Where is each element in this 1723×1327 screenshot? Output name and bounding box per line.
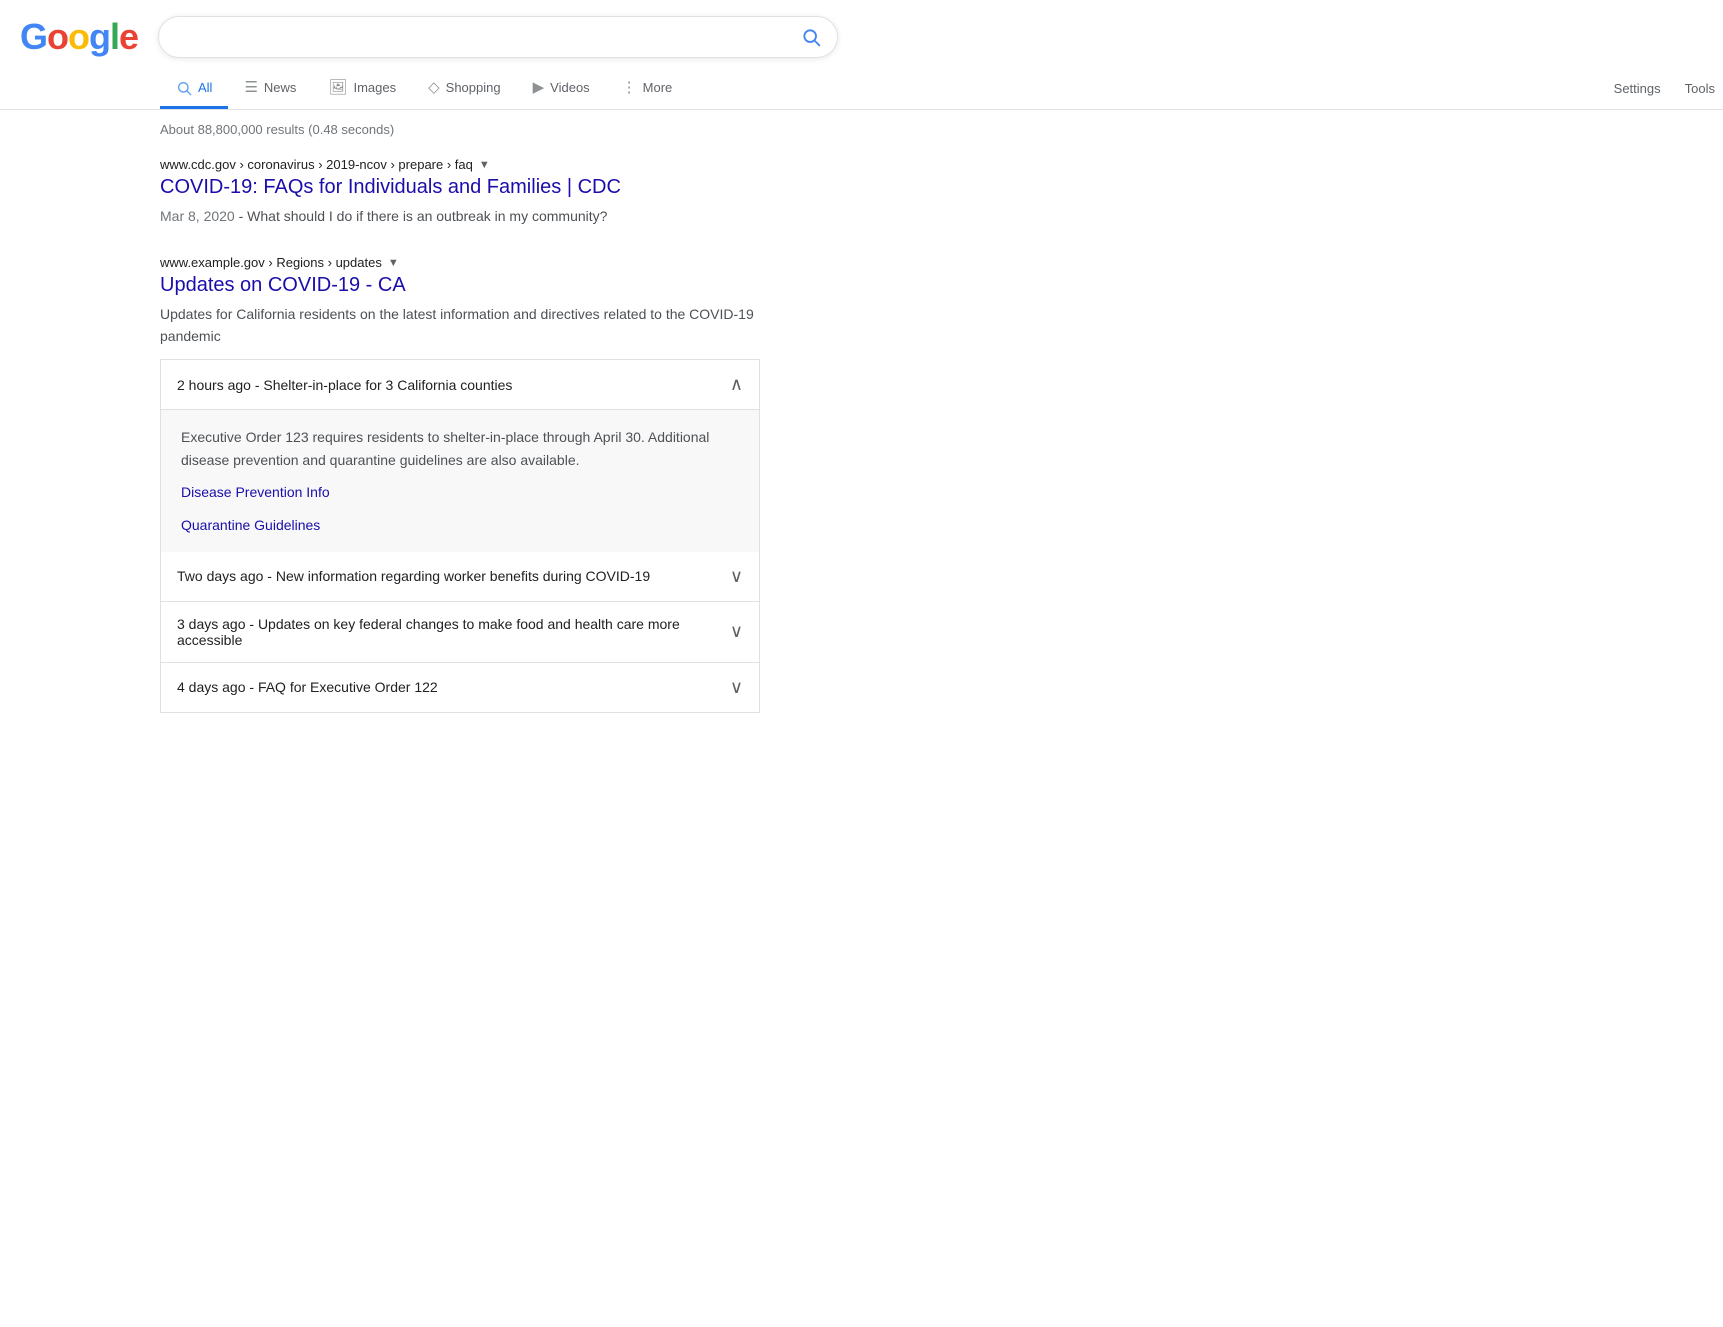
shopping-tab-icon: ◇ [428, 78, 440, 96]
result-title-ca[interactable]: Updates on COVID-19 - CA [160, 274, 760, 297]
tab-all-label: All [198, 80, 212, 95]
expandable-row-label-3: 4 days ago - FAQ for Executive Order 122 [177, 679, 438, 695]
search-input[interactable]: coronavirus in ca [175, 28, 801, 46]
news-tab-icon: ☰ [244, 78, 257, 96]
expandable-row-1[interactable]: Two days ago - New information regarding… [161, 552, 759, 602]
expandable-row-3[interactable]: 4 days ago - FAQ for Executive Order 122… [161, 663, 759, 712]
expandable-section: 2 hours ago - Shelter-in-place for 3 Cal… [160, 359, 760, 713]
chevron-down-icon-3: ∨ [730, 677, 743, 698]
expandable-row-label-0: 2 hours ago - Shelter-in-place for 3 Cal… [177, 377, 512, 393]
more-tab-icon: ⋮ [622, 78, 637, 96]
tab-news[interactable]: ☰ News [228, 68, 312, 109]
result-item-ca: www.example.gov › Regions › updates ▼ Up… [160, 255, 760, 713]
expandable-row-0[interactable]: 2 hours ago - Shelter-in-place for 3 Cal… [161, 360, 759, 410]
nav-settings: Settings Tools [1606, 71, 1723, 106]
url-dropdown-arrow-cdc[interactable]: ▼ [479, 159, 490, 171]
expandable-row-label-1: Two days ago - New information regarding… [177, 568, 650, 584]
search-tab-icon [176, 78, 192, 95]
result-url-cdc: www.cdc.gov › coronavirus › 2019-ncov › … [160, 157, 760, 172]
chevron-down-icon-1: ∨ [730, 566, 743, 587]
result-snippet-ca: Updates for California residents on the … [160, 303, 760, 347]
result-url-ca: www.example.gov › Regions › updates ▼ [160, 255, 760, 270]
tab-more-label: More [643, 80, 673, 95]
quarantine-guidelines-link[interactable]: Quarantine Guidelines [181, 514, 739, 536]
images-tab-icon: 🖼 [328, 78, 347, 96]
result-url-text-ca: www.example.gov › Regions › updates [160, 255, 382, 270]
result-snippet-text-cdc: What should I do if there is an outbreak… [247, 208, 607, 224]
tools-link[interactable]: Tools [1677, 71, 1723, 106]
result-date-cdc: Mar 8, 2020 [160, 208, 235, 224]
result-snippet-sep-cdc: - [239, 208, 248, 224]
search-icon [801, 27, 821, 47]
expanded-content-0: Executive Order 123 requires residents t… [161, 410, 759, 552]
result-title-cdc[interactable]: COVID-19: FAQs for Individuals and Famil… [160, 176, 760, 199]
result-url-text-cdc: www.cdc.gov › coronavirus › 2019-ncov › … [160, 157, 473, 172]
google-logo: Google [20, 16, 138, 58]
expandable-row-2[interactable]: 3 days ago - Updates on key federal chan… [161, 602, 759, 663]
expanded-text-0: Executive Order 123 requires residents t… [181, 429, 709, 467]
result-item-cdc: www.cdc.gov › coronavirus › 2019-ncov › … [160, 157, 760, 227]
tab-shopping[interactable]: ◇ Shopping [412, 68, 517, 109]
chevron-down-icon-2: ∨ [730, 621, 743, 642]
tab-images-label: Images [353, 80, 396, 95]
tab-images[interactable]: 🖼 Images [312, 68, 412, 109]
settings-link[interactable]: Settings [1606, 71, 1669, 106]
chevron-up-icon-0: ∧ [730, 374, 743, 395]
tab-videos[interactable]: ▶ Videos [517, 68, 606, 109]
search-bar: coronavirus in ca [158, 16, 838, 58]
tab-shopping-label: Shopping [446, 80, 501, 95]
search-button[interactable] [801, 27, 821, 47]
url-dropdown-arrow-ca[interactable]: ▼ [388, 257, 399, 269]
tab-all[interactable]: All [160, 68, 228, 108]
tab-news-label: News [264, 80, 297, 95]
results-area: About 88,800,000 results (0.48 seconds) … [0, 110, 760, 713]
expandable-row-label-2: 3 days ago - Updates on key federal chan… [177, 616, 730, 648]
videos-tab-icon: ▶ [533, 78, 545, 96]
tab-videos-label: Videos [550, 80, 590, 95]
header: Google coronavirus in ca [0, 0, 1723, 58]
result-snippet-cdc: Mar 8, 2020 - What should I do if there … [160, 205, 760, 227]
tab-more[interactable]: ⋮ More [606, 68, 689, 109]
disease-prevention-link[interactable]: Disease Prevention Info [181, 481, 739, 503]
results-count: About 88,800,000 results (0.48 seconds) [160, 122, 760, 137]
search-bar-wrapper: coronavirus in ca [158, 16, 838, 58]
nav-tabs: All ☰ News 🖼 Images ◇ Shopping ▶ Videos … [0, 58, 1723, 110]
